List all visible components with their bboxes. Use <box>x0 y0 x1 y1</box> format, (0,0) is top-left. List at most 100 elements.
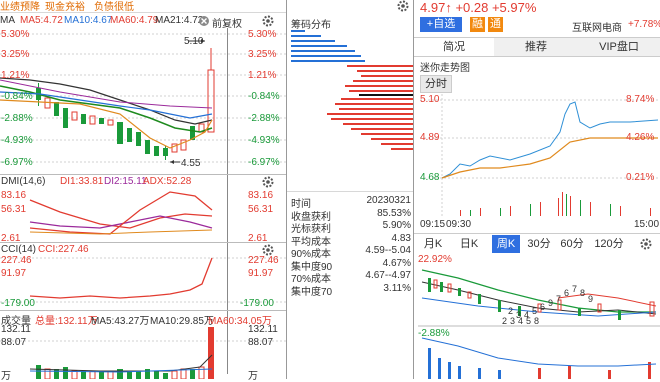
tab-30min[interactable]: 30分 <box>526 235 552 253</box>
chip-row-value: 4.67% <box>382 257 411 269</box>
wave-label: 4 <box>524 310 530 320</box>
chip-gear-icon[interactable] <box>397 0 409 15</box>
dmi-chart[interactable]: 83.16 56.31 2.61 83.16 56.31 2.61 <box>0 188 286 244</box>
gear-icon[interactable] <box>262 15 274 27</box>
ma-legend-bar: MA MA5:4.72 MA10:4.67 MA60:4.79 MA21:4.7… <box>0 13 286 30</box>
high-mark: 5.10 <box>184 36 204 47</box>
quote-price: 4.97 <box>420 0 446 15</box>
cci-axis-r1: 91.97 <box>248 268 274 279</box>
dmi-axis-r1: 56.31 <box>248 204 274 215</box>
add-watchlist-button[interactable]: +自选 <box>420 17 462 32</box>
intraday-right-0: 8.74% <box>626 94 655 105</box>
wave-label: 3 <box>510 316 516 326</box>
cci-chart[interactable]: 227.46 91.97 -179.00 227.46 91.97 -179.0… <box>0 255 286 310</box>
vol-axis-l1: 88.07 <box>1 337 27 348</box>
chip-row-value: 3.11% <box>383 282 411 294</box>
tab-day-k[interactable]: 日K <box>456 235 482 253</box>
dmi-di1: DI1:33.81 <box>60 176 104 187</box>
cci-axis-r0: 227.46 <box>248 255 279 266</box>
dmi-di2: DI2:15.11 <box>104 176 147 187</box>
chip-row-key: 集中度70 <box>291 286 333 298</box>
wave-label: 5 <box>532 306 538 316</box>
axis-right-4: -2.88% <box>248 113 280 124</box>
chip-panel: 筹码分布 时间 20230321 收盘获利 85.53% 光标获利 5.90% 平均成… <box>287 0 413 379</box>
cci-value: CCI:227.46 <box>38 244 89 255</box>
cci-axis-l0: 227.46 <box>1 255 32 266</box>
wave-label: 8 <box>534 316 540 326</box>
weekly-top-pct: 22.92% <box>418 254 452 265</box>
tab-recommend[interactable]: 推荐 <box>496 38 576 56</box>
period-gear-icon[interactable] <box>640 238 652 253</box>
wave-label: 2 <box>508 306 514 316</box>
sector-pct: +7.78% <box>628 19 660 30</box>
tab-intraday[interactable]: 分时 <box>420 75 452 93</box>
wave-label: 9 <box>548 298 554 308</box>
mini-chart-title: 迷你走势图 <box>420 63 470 74</box>
tong-badge[interactable]: 通 <box>488 17 503 32</box>
vol-axis-r0: 132.11 <box>248 324 278 335</box>
weekly-bottom-pct: -2.88% <box>418 328 450 339</box>
quote-pct: +5.97% <box>491 0 537 15</box>
axis-right-6: -6.97% <box>248 157 280 168</box>
tab-month-k[interactable]: 月K <box>420 235 446 253</box>
intraday-left-0: 5.10 <box>420 94 440 105</box>
tag-row: 业绩预降 现金充裕 负债很低 <box>0 0 286 13</box>
info-tabs: 简况 推荐 VIP盘口 <box>414 37 660 57</box>
intraday-chart[interactable]: 5.10 4.89 4.68 8.74% 4.26% 0.21% <box>420 94 658 216</box>
axis-right-2: 1.21% <box>248 70 277 81</box>
period-tabs: 月K 日K 周K 30分 60分 120分 <box>414 233 660 254</box>
intraday-time-0: 09:15 <box>420 219 446 230</box>
quote-actions: +自选 融 通 互联网电商 +7.78% <box>420 17 660 34</box>
tab-week-k[interactable]: 周K <box>492 235 520 253</box>
sector-name[interactable]: 互联网电商 <box>572 19 622 34</box>
dmi-legend: DMI(14,6) DI1:33.81 DI2:15.11 ADX:52.28 <box>0 175 286 189</box>
ma5-label: MA5:4.72 <box>20 15 63 26</box>
weekly-kline-chart[interactable]: 22.92% -2.88% 2 3 4 5 6 7 8 9 9 7 6 5 4 … <box>418 254 660 379</box>
intraday-right-1: 4.26% <box>626 132 655 143</box>
tab-vip[interactable]: VIP盘口 <box>578 38 660 56</box>
wave-label: 3 <box>516 310 522 320</box>
axis-left-5: -4.93% <box>1 135 33 146</box>
rong-badge[interactable]: 融 <box>470 17 485 32</box>
tab-120min[interactable]: 120分 <box>592 235 626 253</box>
vol-legend: 成交量 总量:132.11万 MA5:43.27万 MA10:29.85万 MA… <box>0 311 286 327</box>
dmi-axis-r0: 83.16 <box>248 190 274 201</box>
kline-chart[interactable]: 5.10 4.55 5.30% 3.25% 1.21% -0.84% -2.88… <box>0 28 286 174</box>
chip-row-value: 5.90% <box>382 220 411 231</box>
chip-row-value: 4.67--4.97 <box>365 270 411 281</box>
intraday-left-1: 4.89 <box>420 132 440 143</box>
wave-label: 6 <box>564 288 570 298</box>
axis-right-3: -0.84% <box>248 91 280 102</box>
chip-row-conc70: 集中度70 3.11% <box>291 282 411 298</box>
chip-row-conc90: 集中度90 4.67% <box>291 257 411 273</box>
vol-axis-l2: 万 <box>1 371 11 382</box>
wave-label: 7 <box>556 294 562 304</box>
dmi-axis-l0: 83.16 <box>1 190 27 201</box>
axis-left-2: 1.21% <box>1 70 30 81</box>
vol-chart[interactable]: 132.11 88.07 万 132.11 88.07 万 <box>0 324 286 382</box>
intraday-left-2: 4.68 <box>420 172 440 183</box>
chip-row-value: 20230321 <box>366 195 412 206</box>
wave-label: 2 <box>502 316 508 326</box>
tab-overview[interactable]: 简况 <box>414 38 494 56</box>
chip-row-time: 时间 20230321 <box>291 195 412 210</box>
axis-left-6: -6.97% <box>1 157 33 168</box>
intraday-right-2: 0.21% <box>626 172 655 183</box>
axis-left-0: 5.30% <box>1 29 30 40</box>
ma-title: MA <box>0 15 15 26</box>
chip-stats: 时间 20230321 收盘获利 85.53% 光标获利 5.90% 平均成本 4.83… <box>291 195 412 298</box>
quote-price-line: 4.97↑ +0.28 +5.97% <box>420 0 536 15</box>
axis-right-5: -4.93% <box>248 135 280 146</box>
low-mark: 4.55 <box>181 158 201 169</box>
cci-axis-l1: 91.97 <box>1 268 27 279</box>
vol-axis-l0: 132.11 <box>1 324 31 335</box>
tab-60min[interactable]: 60分 <box>558 235 586 253</box>
dmi-axis-l1: 56.31 <box>1 204 27 215</box>
intraday-time-1: 09:30 <box>446 219 472 230</box>
axis-left-3: -0.84% <box>1 91 33 102</box>
cci-legend: CCI(14) CCI:227.46 <box>0 243 286 257</box>
wave-label: 9 <box>588 294 594 304</box>
axis-right-0: 5.30% <box>248 29 277 40</box>
close-icon[interactable] <box>198 15 210 27</box>
cci-axis-r2: -179.00 <box>240 298 274 309</box>
